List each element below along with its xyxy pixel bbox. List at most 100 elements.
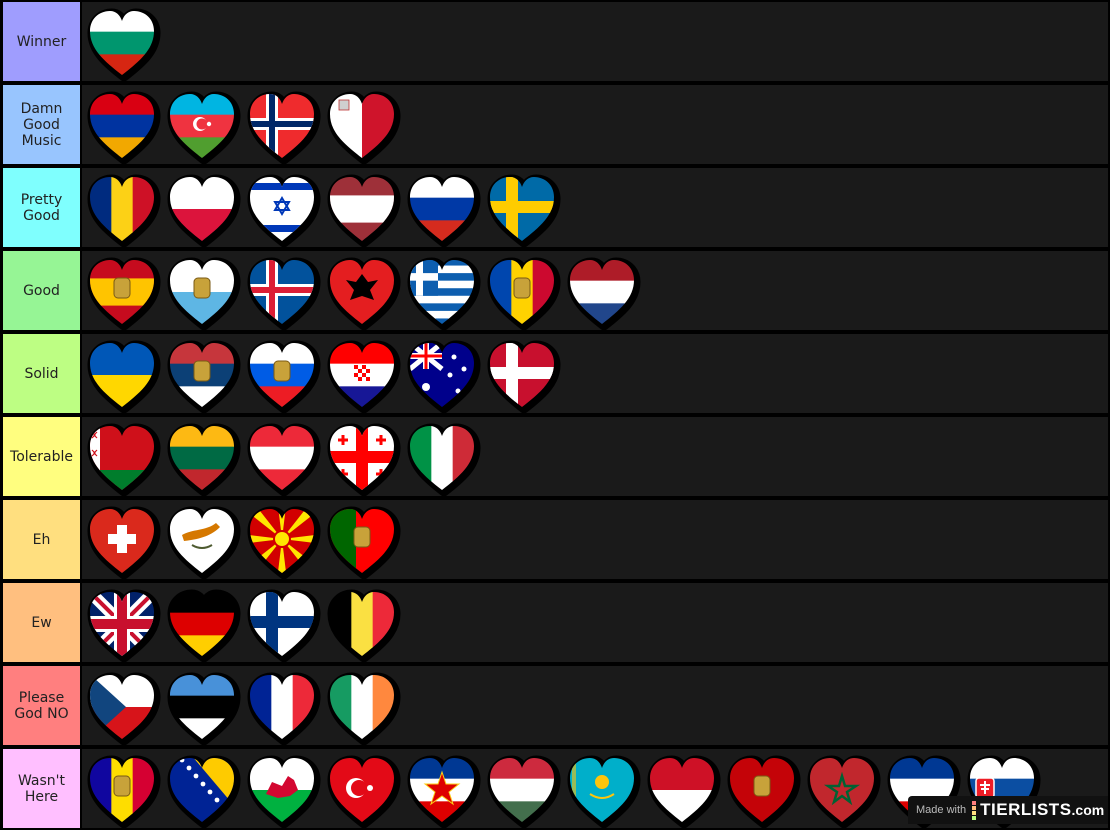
united-kingdom-flag-icon — [87, 589, 161, 663]
tier-row-pretty-good: Pretty Good — [0, 166, 1110, 249]
flag-heart-ukraine[interactable] — [82, 335, 162, 415]
flag-heart-latvia[interactable] — [322, 169, 402, 249]
tier-label[interactable]: Solid — [3, 334, 80, 413]
made-with-text: Made with — [916, 804, 967, 816]
flag-heart-austria[interactable] — [242, 418, 322, 498]
flag-heart-germany[interactable] — [162, 584, 242, 664]
flag-heart-belgium[interactable] — [322, 584, 402, 664]
flag-heart-croatia[interactable] — [322, 335, 402, 415]
tier-row-winner: Winner — [0, 0, 1110, 83]
flag-heart-estonia[interactable] — [162, 667, 242, 747]
flag-heart-monaco[interactable] — [642, 750, 722, 830]
logo-bar — [972, 810, 977, 815]
bosnia-and-herzegovina-flag-icon — [167, 755, 241, 829]
flag-heart-israel[interactable] — [242, 169, 322, 249]
cyprus-flag-icon — [167, 506, 241, 580]
san-marino-flag-icon — [167, 257, 241, 331]
tier-items[interactable] — [82, 583, 1108, 664]
tier-items[interactable] — [82, 251, 1108, 332]
flag-heart-australia[interactable] — [402, 335, 482, 415]
tier-items[interactable] — [82, 417, 1108, 498]
flag-heart-bosnia-and-herzegovina[interactable] — [162, 750, 242, 830]
flag-heart-portugal[interactable] — [322, 501, 402, 581]
flag-heart-czech-republic[interactable] — [82, 667, 162, 747]
flag-heart-finland[interactable] — [242, 584, 322, 664]
flag-heart-netherlands[interactable] — [562, 252, 642, 332]
switzerland-flag-icon — [87, 506, 161, 580]
flag-heart-wales[interactable] — [242, 750, 322, 830]
russia-flag-icon — [407, 174, 481, 248]
flag-heart-spain[interactable] — [82, 252, 162, 332]
flag-heart-greece[interactable] — [402, 252, 482, 332]
flag-heart-montenegro[interactable] — [722, 750, 802, 830]
finland-flag-icon — [247, 589, 321, 663]
hungary-flag-icon — [487, 755, 561, 829]
estonia-flag-icon — [167, 672, 241, 746]
flag-heart-slovenia[interactable] — [242, 335, 322, 415]
flag-heart-denmark[interactable] — [482, 335, 562, 415]
flag-heart-azerbaijan[interactable] — [162, 86, 242, 166]
flag-heart-lithuania[interactable] — [162, 418, 242, 498]
flag-heart-armenia[interactable] — [82, 86, 162, 166]
tier-row-please-god-no: Please God NO — [0, 664, 1110, 747]
tier-label[interactable]: Ew — [3, 583, 80, 662]
tier-label[interactable]: Tolerable — [3, 417, 80, 496]
flag-heart-georgia[interactable] — [322, 418, 402, 498]
belarus-flag-icon — [87, 423, 161, 497]
tier-label[interactable]: Wasn't Here — [3, 749, 80, 828]
tier-label[interactable]: Please God NO — [3, 666, 80, 745]
tier-items[interactable] — [82, 2, 1108, 83]
flag-heart-poland[interactable] — [162, 169, 242, 249]
tier-items[interactable] — [82, 334, 1108, 415]
tier-row-good: Good — [0, 249, 1110, 332]
flag-heart-san-marino[interactable] — [162, 252, 242, 332]
flag-heart-russia[interactable] — [402, 169, 482, 249]
flag-heart-bulgaria[interactable] — [82, 3, 162, 83]
denmark-flag-icon — [487, 340, 561, 414]
spain-flag-icon — [87, 257, 161, 331]
flag-heart-norway[interactable] — [242, 86, 322, 166]
logo-bar — [972, 815, 977, 820]
tier-items[interactable] — [82, 666, 1108, 747]
flag-heart-moldova[interactable] — [482, 252, 562, 332]
tier-items[interactable] — [82, 500, 1108, 581]
flag-heart-morocco[interactable] — [802, 750, 882, 830]
tier-label[interactable]: Good — [3, 251, 80, 330]
tier-label[interactable]: Damn Good Music — [3, 85, 80, 164]
flag-heart-turkey[interactable] — [322, 750, 402, 830]
flag-heart-malta[interactable] — [322, 86, 402, 166]
iceland-flag-icon — [247, 257, 321, 331]
flag-heart-albania[interactable] — [322, 252, 402, 332]
kazakhstan-flag-icon — [567, 755, 641, 829]
tier-label[interactable]: Eh — [3, 500, 80, 579]
flag-heart-italy[interactable] — [402, 418, 482, 498]
france-flag-icon — [247, 672, 321, 746]
romania-flag-icon — [87, 174, 161, 248]
flag-heart-kazakhstan[interactable] — [562, 750, 642, 830]
bulgaria-flag-icon — [87, 8, 161, 82]
flag-heart-cyprus[interactable] — [162, 501, 242, 581]
flag-heart-andorra[interactable] — [82, 750, 162, 830]
flag-heart-sweden[interactable] — [482, 169, 562, 249]
tier-label[interactable]: Pretty Good — [3, 168, 80, 247]
tier-items[interactable] — [82, 168, 1108, 249]
tier-label[interactable]: Winner — [3, 2, 80, 81]
flag-heart-yugoslavia[interactable] — [402, 750, 482, 830]
flag-heart-belarus[interactable] — [82, 418, 162, 498]
flag-heart-hungary[interactable] — [482, 750, 562, 830]
italy-flag-icon — [407, 423, 481, 497]
flag-heart-switzerland[interactable] — [82, 501, 162, 581]
flag-heart-united-kingdom[interactable] — [82, 584, 162, 664]
flag-heart-iceland[interactable] — [242, 252, 322, 332]
flag-heart-ireland[interactable] — [322, 667, 402, 747]
logo-bar — [972, 800, 977, 805]
flag-heart-romania[interactable] — [82, 169, 162, 249]
tierlists-watermark[interactable]: Made with TIERLISTS.com — [908, 796, 1108, 824]
flag-heart-north-macedonia[interactable] — [242, 501, 322, 581]
tier-items[interactable] — [82, 85, 1108, 166]
azerbaijan-flag-icon — [167, 91, 241, 165]
netherlands-flag-icon — [567, 257, 641, 331]
flag-heart-serbia[interactable] — [162, 335, 242, 415]
flag-heart-france[interactable] — [242, 667, 322, 747]
tier-row-solid: Solid — [0, 332, 1110, 415]
